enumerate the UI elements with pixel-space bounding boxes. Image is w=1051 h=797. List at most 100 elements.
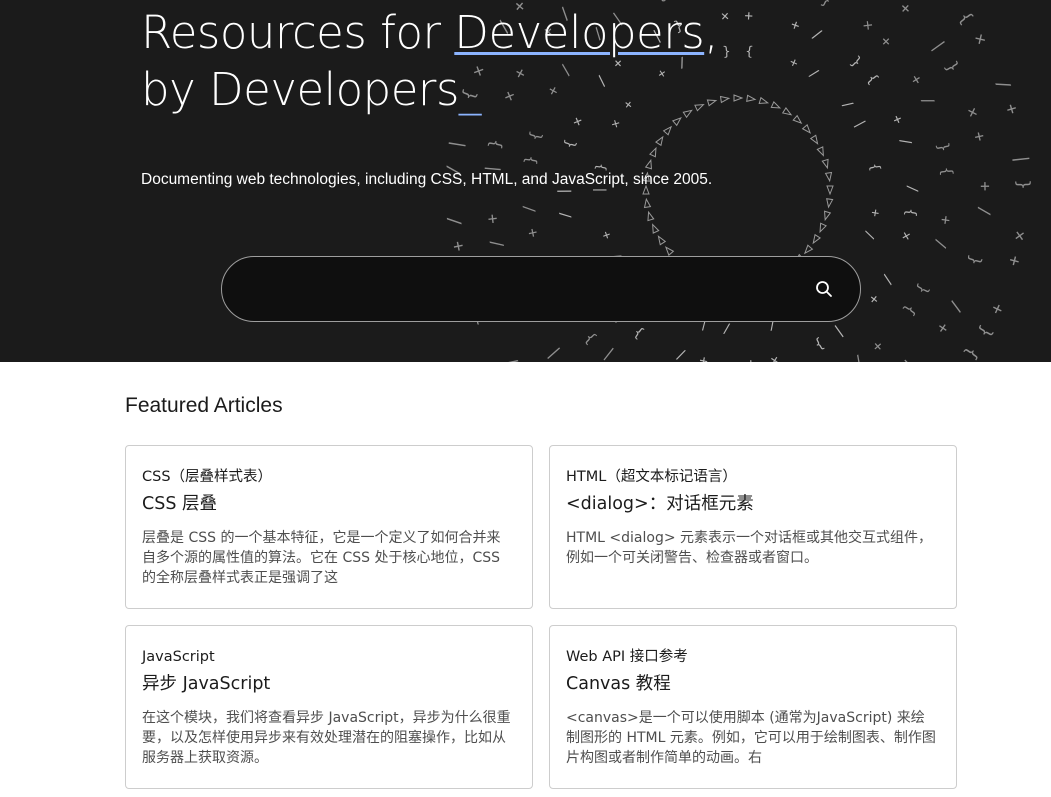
blinking-cursor: _ xyxy=(458,63,482,116)
svg-text:/: / xyxy=(861,229,878,241)
article-title[interactable]: CSS 层叠 xyxy=(142,491,516,517)
featured-article-card[interactable]: Web API 接口参考 Canvas 教程 <canvas>是一个可以使用脚本… xyxy=(549,625,957,789)
svg-text:/: / xyxy=(444,215,465,227)
featured-article-card[interactable]: JavaScript 异步 JavaScript 在这个模块，我们将查看异步 J… xyxy=(125,625,533,789)
featured-article-card[interactable]: CSS（层叠样式表） CSS 层叠 层叠是 CSS 的一个基本特征，它是一个定义… xyxy=(125,445,533,609)
svg-text:|: | xyxy=(928,36,949,55)
svg-text:}: } xyxy=(942,58,963,76)
svg-text:+: + xyxy=(744,8,753,24)
svg-text:}: } xyxy=(913,281,933,297)
svg-text:+: + xyxy=(936,214,955,226)
svg-text:}: } xyxy=(631,324,647,342)
article-title[interactable]: Canvas 教程 xyxy=(566,671,940,697)
svg-text:×: × xyxy=(769,351,781,362)
svg-text:/: / xyxy=(500,352,522,362)
svg-text:+: + xyxy=(896,0,916,18)
svg-text:/: / xyxy=(877,0,896,2)
svg-text:+: + xyxy=(888,112,906,126)
svg-text:+: + xyxy=(976,181,995,191)
hero-title: Resources for Developers, by Developers_ xyxy=(141,4,718,118)
svg-text:×: × xyxy=(1009,229,1030,242)
svg-text:}: } xyxy=(485,137,505,150)
svg-text:|: | xyxy=(797,0,811,1)
svg-text:/: / xyxy=(918,93,938,109)
svg-text:}: } xyxy=(521,154,540,166)
svg-text:{: { xyxy=(745,44,754,60)
svg-text:{: { xyxy=(863,71,881,88)
svg-text:/: / xyxy=(931,237,951,250)
svg-text:{: { xyxy=(938,166,957,177)
svg-text:|: | xyxy=(542,344,563,362)
svg-text:{: { xyxy=(960,343,982,362)
article-title[interactable]: <dialog>：对话框元素 xyxy=(566,491,940,517)
svg-text:|: | xyxy=(599,345,617,362)
svg-text:+: + xyxy=(787,55,800,72)
svg-text:×: × xyxy=(969,30,991,49)
featured-article-card[interactable]: HTML（超文本标记语言） <dialog>：对话框元素 HTML <dialo… xyxy=(549,445,957,609)
article-category[interactable]: CSS（层叠样式表） xyxy=(142,466,516,488)
svg-text:}: } xyxy=(934,141,953,154)
svg-text:/: / xyxy=(992,77,1014,94)
svg-text:/: / xyxy=(486,237,507,251)
svg-text:}: } xyxy=(847,53,864,70)
svg-text:/: / xyxy=(557,210,574,221)
svg-text:+: + xyxy=(867,208,883,218)
article-description: 层叠是 CSS 的一个基本特征，它是一个定义了如何合并来自多个源的属性值的算法。… xyxy=(142,528,514,588)
svg-text:/: / xyxy=(975,206,995,217)
svg-text:/: / xyxy=(519,203,538,214)
svg-text:/: / xyxy=(810,26,825,44)
hero-title-line1: Resources for Developers, xyxy=(141,6,718,59)
svg-text:+: + xyxy=(1003,253,1025,268)
article-description: HTML <dialog> 元素表示一个对话框或其他交互式组件，例如一个可关闭警… xyxy=(566,530,933,566)
svg-text:}: } xyxy=(1013,179,1033,190)
svg-text:×: × xyxy=(859,15,877,35)
svg-text:|: | xyxy=(901,357,921,362)
svg-text:+: + xyxy=(523,227,542,240)
svg-text:×: × xyxy=(720,8,730,25)
svg-text:+: + xyxy=(877,32,896,51)
svg-text:}: } xyxy=(722,44,731,60)
svg-text:+: + xyxy=(746,355,756,362)
svg-text:{: { xyxy=(954,8,976,28)
svg-text:|: | xyxy=(446,138,467,151)
svg-text:+: + xyxy=(698,352,709,362)
svg-text:+: + xyxy=(986,300,1008,318)
svg-text:{: { xyxy=(900,301,920,319)
svg-text:|: | xyxy=(851,117,868,131)
svg-text:|: | xyxy=(1011,153,1032,165)
featured-articles-heading: Featured Articles xyxy=(125,394,283,417)
article-title[interactable]: 异步 JavaScript xyxy=(142,671,516,697)
svg-text:}: } xyxy=(819,0,835,10)
article-category[interactable]: JavaScript xyxy=(142,646,516,668)
svg-text:/: / xyxy=(850,352,868,362)
svg-text:+: + xyxy=(865,291,883,308)
svg-text:/: / xyxy=(904,185,920,194)
svg-text:|: | xyxy=(831,322,847,340)
search-button[interactable] xyxy=(810,275,838,303)
svg-text:+: + xyxy=(933,319,954,338)
article-category[interactable]: Web API 接口参考 xyxy=(566,646,940,668)
svg-text:{: { xyxy=(902,207,919,217)
hero-tagline: Documenting web technologies, including … xyxy=(141,171,713,188)
svg-text:/: / xyxy=(722,320,731,336)
hero-section: +/}{+//|{×/+|}×++/}{+//|{{×/+|}×++/}{+//… xyxy=(0,0,1051,362)
search-box[interactable] xyxy=(221,256,861,322)
search-icon xyxy=(816,281,832,297)
search-input[interactable] xyxy=(246,257,806,321)
svg-text:+: + xyxy=(448,239,470,253)
svg-text:}: } xyxy=(580,329,599,348)
svg-text:+: + xyxy=(907,71,927,88)
svg-text:+: + xyxy=(1000,101,1022,117)
svg-text:×: × xyxy=(608,117,625,131)
svg-text:+: + xyxy=(869,337,888,356)
hero-title-line2: by Developers_ xyxy=(141,63,482,116)
svg-text:/: / xyxy=(878,272,896,287)
svg-text:+: + xyxy=(482,213,502,225)
svg-text:{: { xyxy=(525,129,545,142)
article-description: 在这个模块，我们将查看异步 JavaScript，异步为什么很重要，以及怎样使用… xyxy=(142,710,511,766)
svg-text:/: / xyxy=(839,97,856,112)
hero-title-developers-link[interactable]: Developers xyxy=(454,6,704,59)
svg-text:/: / xyxy=(806,66,821,83)
svg-text:{: { xyxy=(867,162,883,172)
article-category[interactable]: HTML（超文本标记语言） xyxy=(566,466,940,488)
